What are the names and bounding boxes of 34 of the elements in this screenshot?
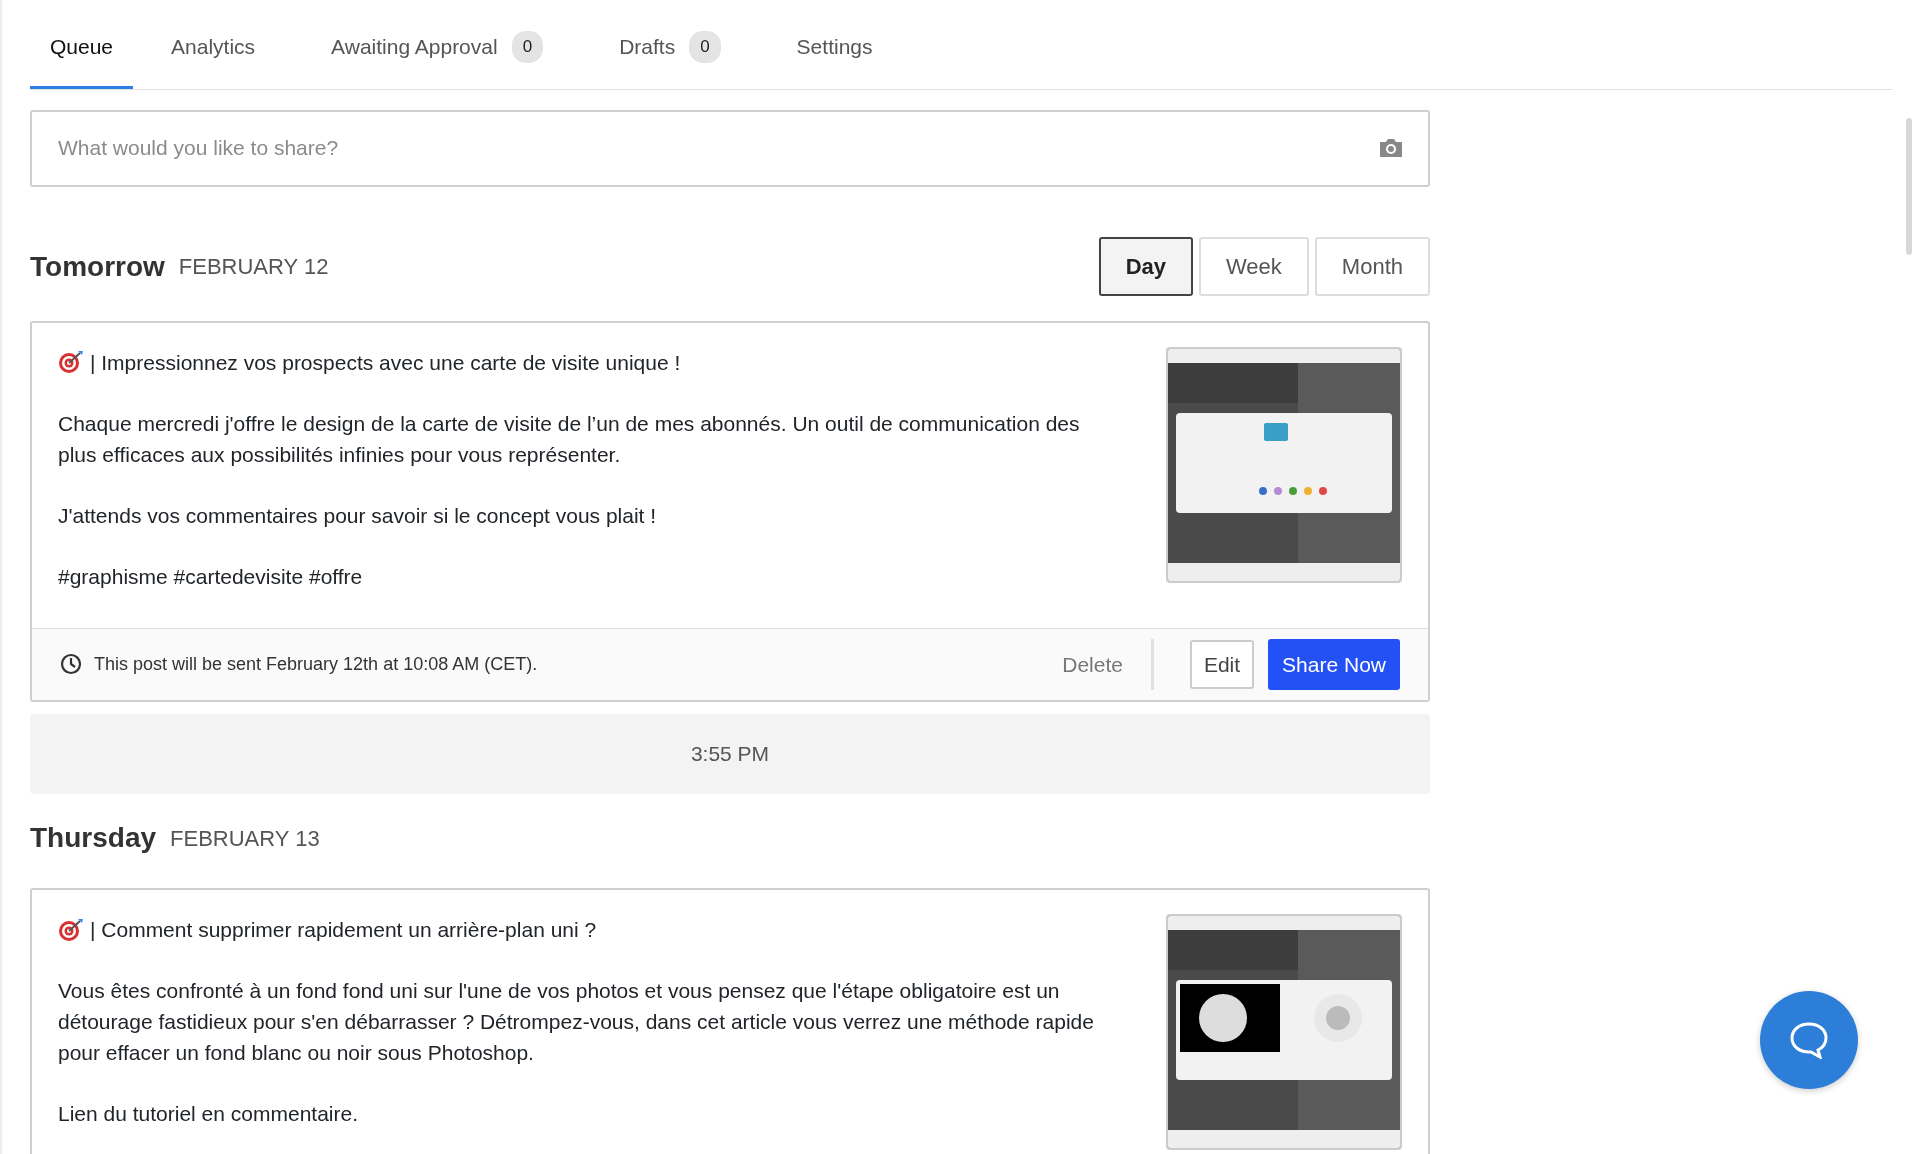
view-toggle[interactable]: Week <box>1199 237 1309 296</box>
post-headline: | Comment supprimer rapidement un arrière-plan uni ? <box>90 917 597 943</box>
target-icon <box>58 350 84 374</box>
delete-button[interactable]: Delete <box>1062 638 1154 690</box>
tab[interactable]: Queue <box>30 0 134 89</box>
post-paragraph: Vous êtes confronté à un fond fond uni sur l'une de vos photos et vous pensez que l'étape obligatoire est un détourage fastidieux pour s'en débarrasser ? Détrompez-vous, dans cet article vous verrez une méthode rapide pour effacer un fond blanc ou noir sous Photoshop. <box>58 978 1095 1066</box>
edit-button[interactable]: Edit <box>1189 639 1255 689</box>
tab[interactable]: Settings <box>796 0 873 89</box>
compose-field[interactable]: What would you like to share? <box>30 109 1430 187</box>
schedule-text: This post will be sent February 12th at 10:08 AM (CET). <box>94 652 538 676</box>
view-toggle[interactable]: Day <box>1098 237 1193 296</box>
camera-icon[interactable] <box>1378 136 1404 159</box>
view-toggle[interactable]: Month <box>1314 237 1430 296</box>
date-label: FEBRUARY 13 <box>170 824 320 853</box>
post-paragraph: Lien du tutoriel en commentaire. <box>58 1101 359 1127</box>
count-badge: 0 <box>689 31 721 63</box>
day-heading: Thursday <box>30 821 157 855</box>
tab[interactable]: Analytics <box>171 0 256 89</box>
share-now-button[interactable]: Share Now <box>1268 638 1400 690</box>
chat-bubble-icon <box>1789 1021 1829 1059</box>
date-label: FEBRUARY 12 <box>178 253 329 281</box>
time-slot[interactable]: 3:55 PM <box>30 714 1430 794</box>
clock-icon <box>60 653 82 676</box>
day-heading: Tomorrow <box>30 249 165 284</box>
chat-button[interactable] <box>1760 991 1858 1089</box>
scrollbar-thumb[interactable] <box>1906 118 1912 255</box>
post-paragraph: #graphisme #cartedevisite #offre <box>58 563 364 590</box>
post-paragraph: Chaque mercredi j'offre le design de la carte de visite de l’un de mes abonnés. Un outil de communication des plus efficaces aux possibilités infinies pour vous représenter. <box>58 410 1081 468</box>
post-headline: | Impressionnez vos prospects avec une carte de visite unique ! <box>90 349 681 376</box>
target-icon <box>58 917 84 942</box>
post-paragraph: J'attends vos commentaires pour savoir si le concept vous plait ! <box>58 502 658 529</box>
tab[interactable]: Drafts 0 <box>619 0 721 89</box>
tab[interactable]: Awaiting Approval 0 <box>331 0 544 89</box>
count-badge: 0 <box>511 31 544 63</box>
